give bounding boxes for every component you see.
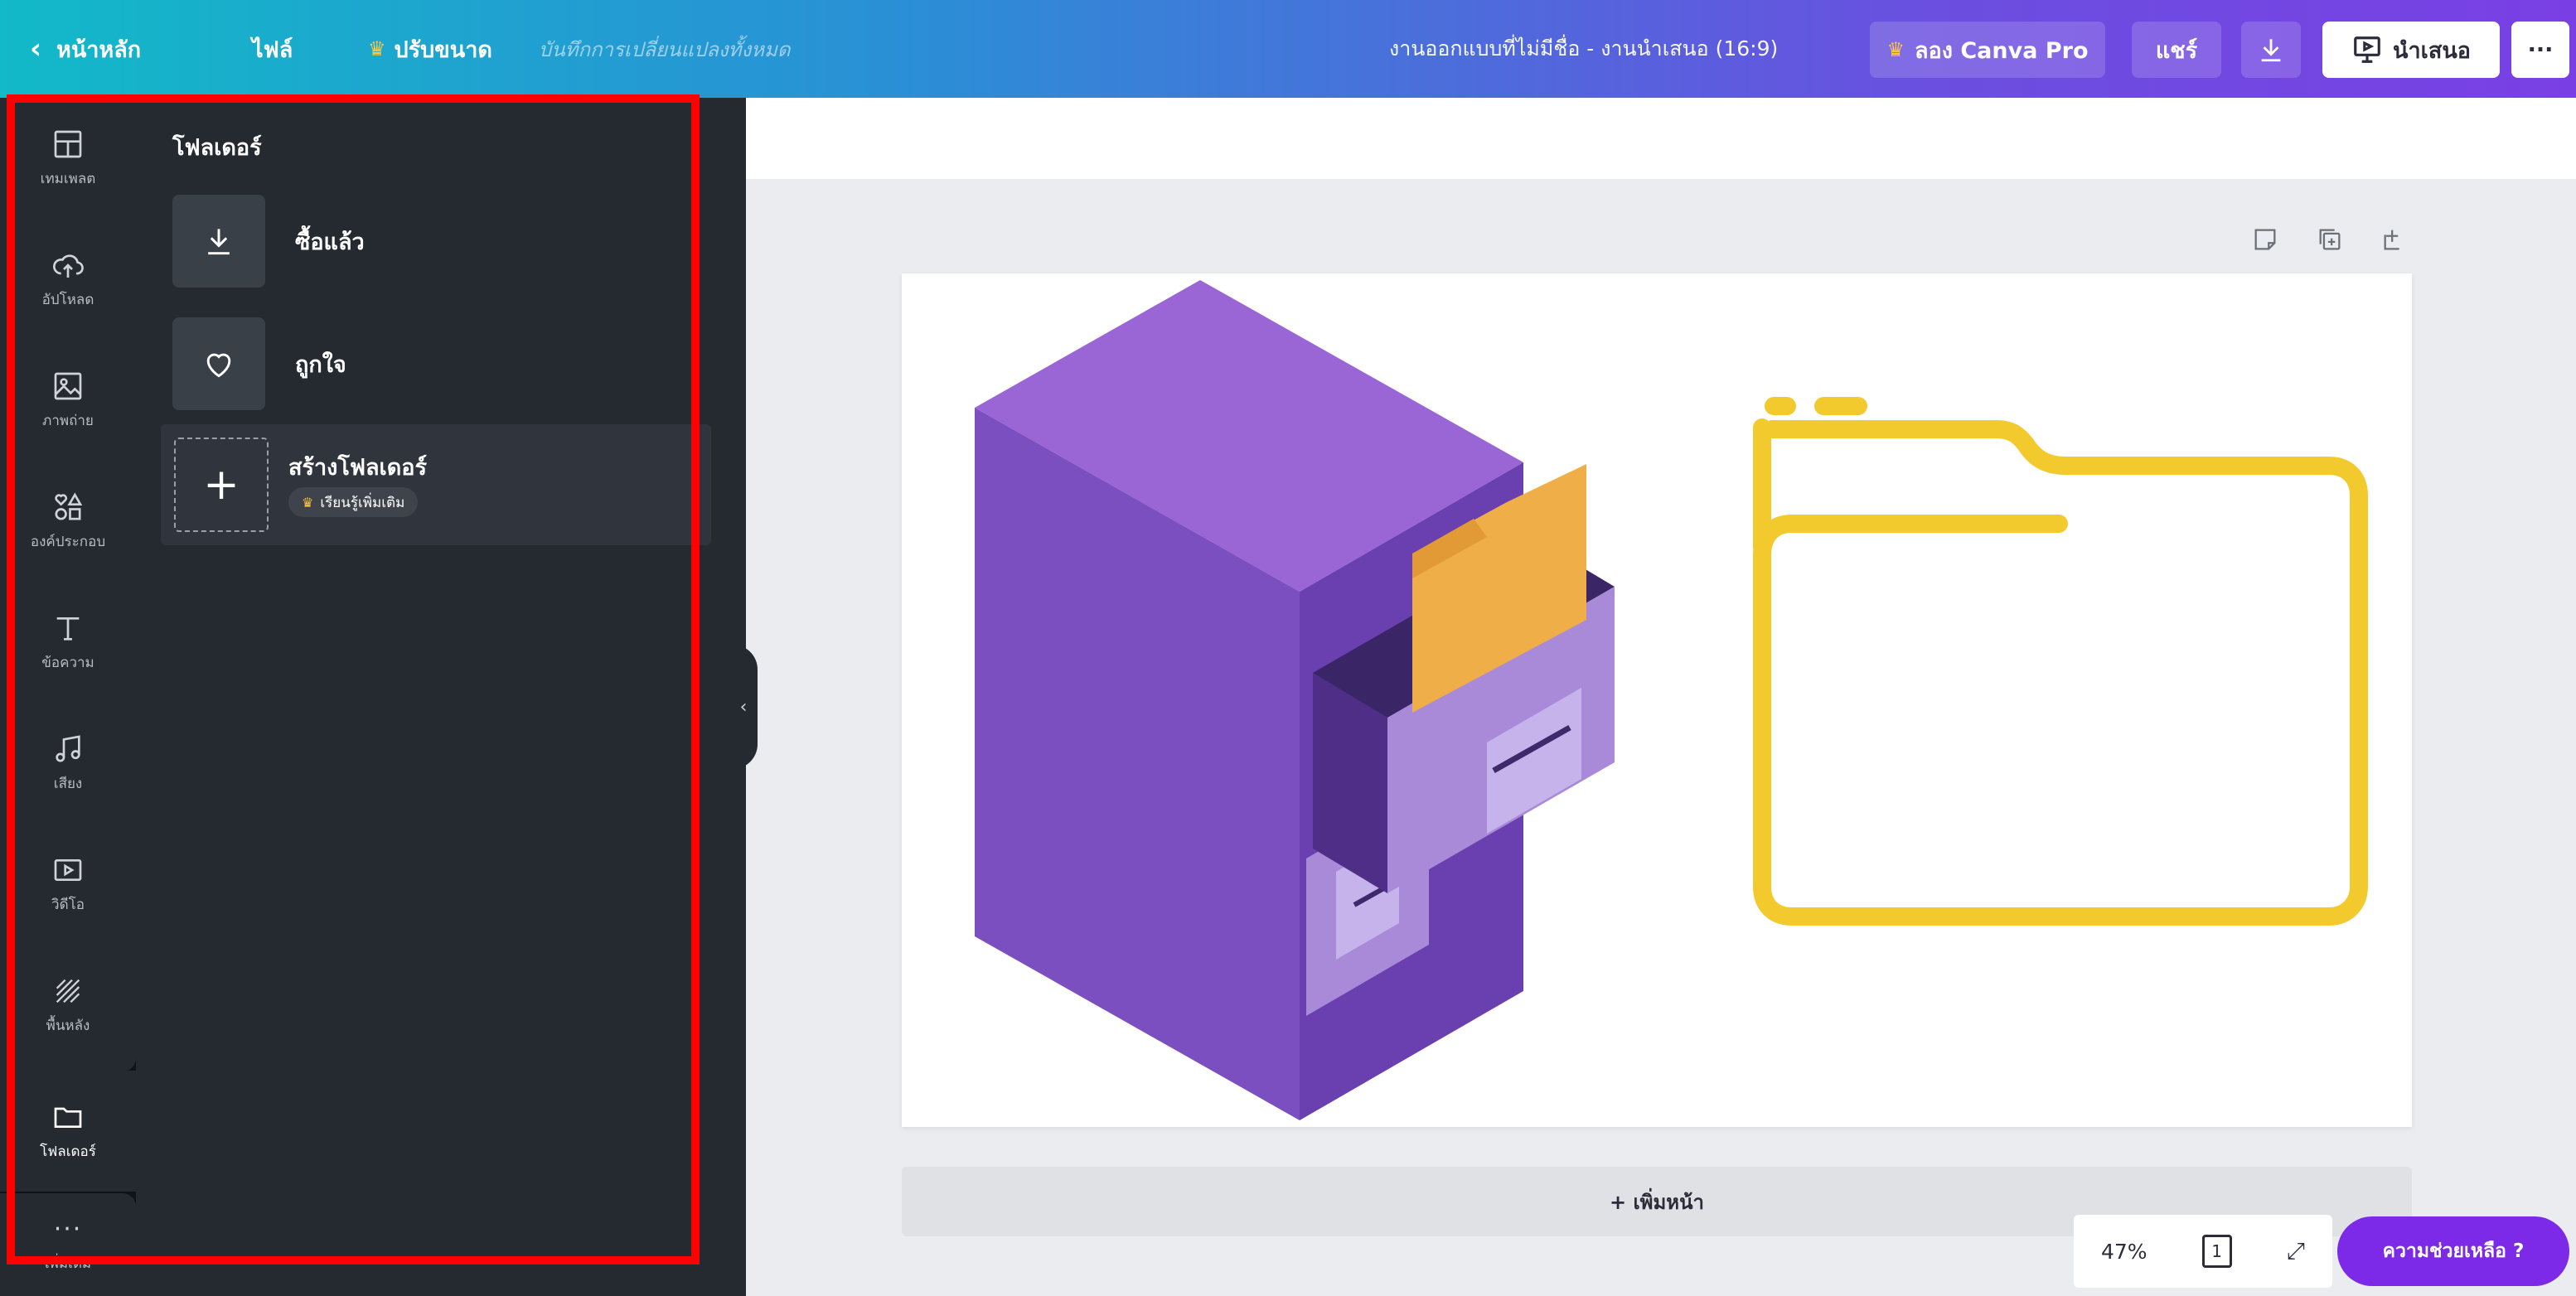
home-label: หน้าหลัก — [56, 36, 142, 63]
panel-title: โฟลเดอร์ — [172, 135, 262, 161]
download-icon — [2261, 39, 2281, 62]
folder-purchased[interactable]: ซื้อแล้ว — [172, 194, 719, 288]
filing-cabinet-illustration[interactable] — [975, 280, 1615, 1120]
rail-item-text[interactable]: ข้อความ — [0, 582, 136, 703]
zoom-level[interactable]: 47% — [2101, 1240, 2147, 1264]
rail-label: พื้นหลัง — [46, 1017, 90, 1034]
fullscreen-expand-icon[interactable]: ⤢ — [2287, 1237, 2305, 1265]
rail-item-more[interactable]: ··· เพิ่มเติม — [0, 1193, 136, 1296]
video-icon — [54, 858, 82, 881]
collapse-panel-handle[interactable]: ‹ — [729, 645, 758, 769]
rail-label: วิดีโอ — [51, 896, 85, 913]
rail-item-uploads[interactable]: อัปโหลด — [0, 219, 136, 340]
note-icon[interactable] — [2251, 225, 2279, 254]
folder-icon — [54, 1107, 82, 1128]
upload-cloud-icon — [53, 254, 84, 278]
rail-label: องค์ประกอบ — [30, 533, 106, 550]
page-count-indicator[interactable]: 1 — [2201, 1235, 2232, 1268]
rail-label: เสียง — [53, 775, 83, 792]
folder-name: ซื้อแล้ว — [295, 229, 365, 255]
rail-label: ภาพถ่าย — [42, 412, 94, 429]
music-icon — [56, 734, 80, 762]
more-dots-icon: ··· — [53, 1215, 83, 1244]
rail-label: ข้อความ — [41, 654, 94, 671]
crown-icon: ♛ — [1886, 38, 1905, 61]
slide-page[interactable] — [902, 273, 2412, 1127]
rail-item-photos[interactable]: ภาพถ่าย — [0, 340, 136, 461]
slide-tools — [2251, 225, 2409, 254]
resize-label: ปรับขนาด — [394, 36, 492, 63]
rail-item-audio[interactable]: เสียง — [0, 703, 136, 824]
try-pro-label: ลอง Canva Pro — [1915, 37, 2089, 64]
zoom-controls: 47% 1 ⤢ — [2074, 1215, 2332, 1288]
rail-item-elements[interactable]: องค์ประกอบ — [0, 461, 136, 582]
resize-button[interactable]: ♛ ปรับขนาด — [368, 0, 492, 98]
help-button[interactable]: ความช่วยเหลือ ? — [2337, 1216, 2569, 1286]
rail-item-video[interactable]: วิดีโอ — [0, 824, 136, 945]
rail-item-background[interactable]: พื้นหลัง — [0, 945, 136, 1066]
present-button[interactable]: นำเสนอ — [2322, 22, 2500, 78]
document-title[interactable]: งานออกแบบที่ไม่มีชื่อ - งานนำเสนอ (16:9) — [1389, 0, 1778, 98]
save-status: บันทึกการเปลี่ยนแปลงทั้งหมด — [539, 37, 791, 61]
create-folder-button[interactable]: + สร้างโฟลเดอร์ ♛ เรียนรู้เพิ่มเติม — [161, 424, 711, 545]
try-canva-pro-button[interactable]: ♛ ลอง Canva Pro — [1870, 22, 2105, 78]
folder-tile — [172, 195, 265, 288]
folder-tile — [172, 317, 265, 410]
rail-label: เทมเพลต — [40, 170, 96, 187]
home-back-button[interactable]: ‹ หน้าหลัก — [30, 0, 141, 98]
create-folder-label: สร้างโฟลเดอร์ — [288, 455, 427, 481]
rail-label: โฟลเดอร์ — [40, 1143, 96, 1160]
canvas-top-strip — [746, 98, 2576, 179]
plus-icon: + — [174, 438, 269, 532]
rail-item-templates[interactable]: เทมเพลต — [0, 98, 136, 219]
duplicate-page-icon[interactable] — [2316, 225, 2344, 254]
crown-icon: ♛ — [368, 37, 386, 60]
present-label: นำเสนอ — [2393, 37, 2471, 64]
download-icon — [208, 229, 230, 255]
chevron-left-icon: ‹ — [739, 696, 748, 718]
yellow-folder-outline-icon[interactable] — [1753, 397, 2368, 926]
heart-icon — [206, 353, 231, 378]
learn-more-badge[interactable]: ♛ เรียนรู้เพิ่มเติม — [288, 487, 419, 517]
top-toolbar: ‹ หน้าหลัก ไฟล์ ♛ ปรับขนาด บันทึกการเปลี… — [0, 0, 2576, 98]
rail-item-folders[interactable]: โฟลเดอร์ — [0, 1071, 136, 1192]
text-icon — [56, 617, 80, 641]
more-options-button[interactable]: ··· — [2511, 22, 2569, 78]
pro-badge-label: เรียนรู้เพิ่มเติม — [320, 494, 405, 511]
template-icon — [54, 130, 82, 157]
crown-icon: ♛ — [302, 494, 314, 510]
folder-name: ถูกใจ — [295, 351, 346, 378]
folders-panel: โฟลเดอร์ ซื้อแล้ว ถูกใจ + สร้างโฟลเดอร์ … — [136, 98, 746, 1296]
present-icon — [2354, 36, 2380, 63]
rail-label: เพิ่มเติม — [44, 1255, 92, 1272]
chevron-left-icon: ‹ — [30, 32, 42, 65]
rail-label: อัปโหลด — [41, 291, 94, 308]
file-menu-button[interactable]: ไฟล์ — [252, 0, 293, 98]
page-count: 1 — [2211, 1241, 2222, 1261]
elements-icon — [55, 491, 83, 520]
left-icon-rail: เทมเพลต อัปโหลด ภาพถ่าย องค์ประกอบ ข้อคว… — [0, 98, 136, 1296]
background-icon — [56, 979, 80, 1003]
add-page-icon[interactable] — [2380, 225, 2409, 254]
slide-illustration — [975, 280, 2368, 1120]
photo-icon — [54, 372, 82, 399]
folder-liked[interactable]: ถูกใจ — [172, 317, 719, 411]
share-button[interactable]: แชร์ — [2132, 22, 2221, 78]
download-button[interactable] — [2241, 22, 2301, 78]
